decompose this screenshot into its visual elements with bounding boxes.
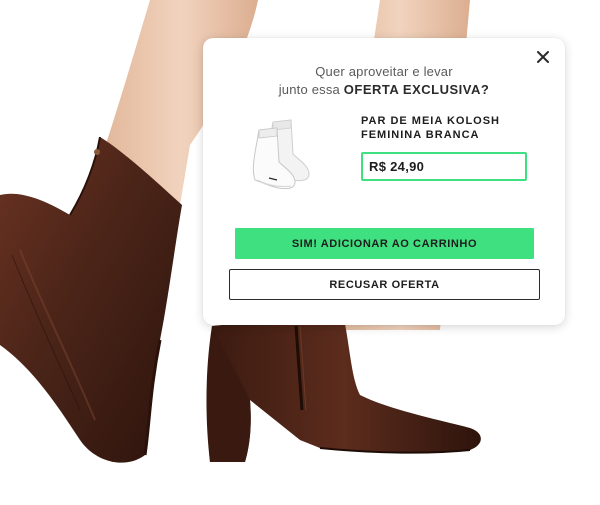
headline-line-2: junto essa OFERTA EXCLUSIVA? [203,81,565,99]
upsell-popup: Quer aproveitar e levar junto essa OFERT… [203,38,565,325]
headline-line-1: Quer aproveitar e levar [315,64,453,79]
product-name: PAR DE MEIA KOLOSH FEMININA BRANCA [361,114,521,142]
add-to-cart-button[interactable]: SIM! ADICIONAR AO CARRINHO [235,228,534,259]
product-name-line-2: FEMININA BRANCA [361,129,480,141]
product-price: R$ 24,90 [361,152,527,181]
decline-offer-button[interactable]: RECUSAR OFERTA [229,269,540,300]
headline-line-2-prefix: junto essa [278,82,344,97]
sock-product-image [247,116,313,194]
headline-emphasis: OFERTA EXCLUSIVA? [343,82,490,97]
left-boot [0,137,182,463]
offer-headline: Quer aproveitar e levar junto essa OFERT… [203,63,565,99]
product-name-line-1: PAR DE MEIA KOLOSH [361,115,501,127]
